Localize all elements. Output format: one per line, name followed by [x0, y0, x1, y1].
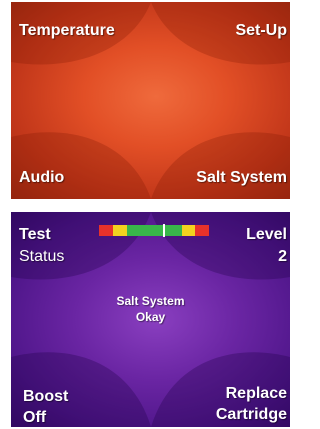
- status-message-line1: Salt System: [116, 294, 185, 308]
- level-meter-segment: [195, 225, 209, 236]
- level-meter-segment: [181, 225, 196, 236]
- boost-button[interactable]: Boost: [23, 388, 68, 406]
- level-meter-segment: [99, 225, 113, 236]
- test-button[interactable]: Test: [19, 226, 51, 244]
- level-meter-segment: [140, 225, 154, 236]
- status-message-line2: Okay: [135, 310, 166, 324]
- audio-button[interactable]: Audio: [19, 169, 64, 187]
- boost-value: Off: [23, 409, 47, 426]
- level-meter: [99, 224, 209, 237]
- level-meter-segment: [112, 225, 127, 236]
- main-menu-screen: Temperature Set-Up Audio Salt System: [11, 2, 290, 199]
- level-meter-marker: [162, 224, 165, 237]
- replace-cartridge-button[interactable]: Replace: [226, 385, 287, 403]
- salt-system-screen: Test Status Level 2 Salt System Okay Boo…: [11, 212, 290, 427]
- status-label: Status: [19, 248, 65, 265]
- setup-button[interactable]: Set-Up: [235, 22, 287, 40]
- level-meter-segment: [154, 225, 168, 236]
- temperature-button[interactable]: Temperature: [19, 22, 115, 40]
- level-meter-segment: [126, 225, 141, 236]
- level-value: 2: [278, 248, 287, 265]
- replace-cartridge-label-line2[interactable]: Cartridge: [216, 406, 287, 424]
- level-meter-segment: [167, 225, 182, 236]
- salt-system-button[interactable]: Salt System: [196, 169, 287, 187]
- level-label: Level: [246, 226, 287, 243]
